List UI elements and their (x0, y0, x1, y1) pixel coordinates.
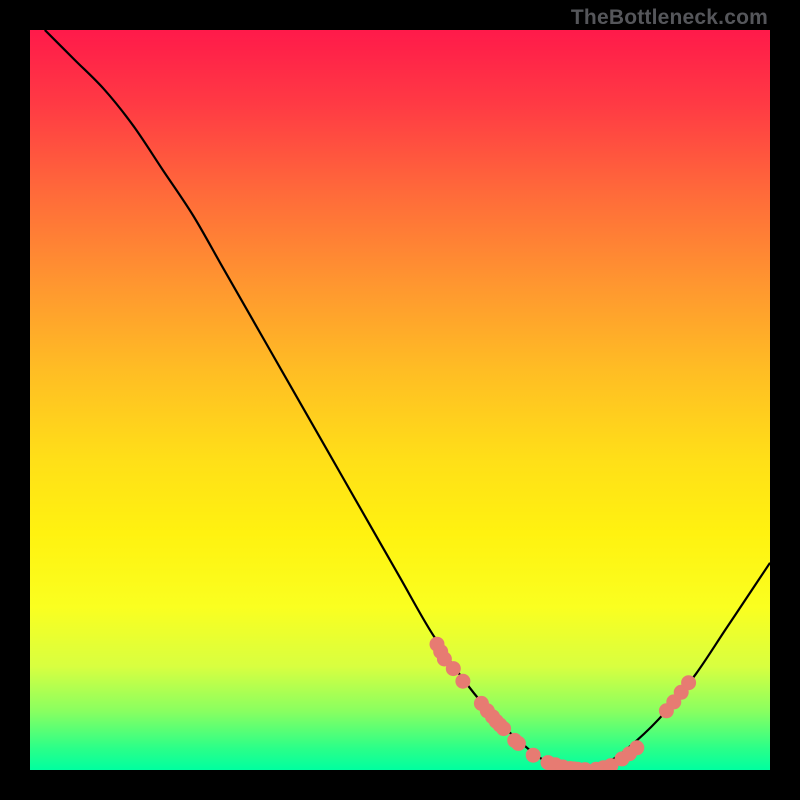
watermark: TheBottleneck.com (571, 6, 768, 30)
chart-area (30, 30, 770, 770)
data-marker (511, 736, 526, 751)
data-marker (629, 740, 644, 755)
markers (430, 637, 697, 770)
data-marker (446, 661, 461, 676)
chart-svg (30, 30, 770, 770)
data-marker (526, 748, 541, 763)
data-marker (681, 675, 696, 690)
data-marker (455, 674, 470, 689)
data-marker (496, 721, 511, 736)
bottleneck-curve (45, 30, 770, 770)
